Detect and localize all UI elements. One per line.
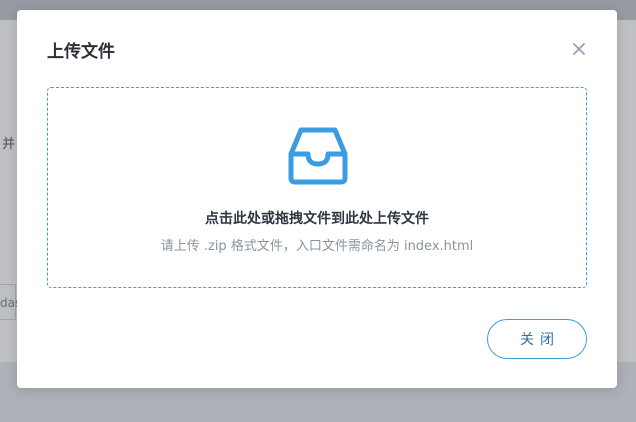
close-button[interactable]: 关闭 [487, 319, 587, 359]
modal-title: 上传文件 [47, 42, 115, 62]
upload-dropzone[interactable]: 点击此处或拖拽文件到此处上传文件 请上传 .zip 格式文件，入口文件需命名为 … [47, 87, 587, 288]
dropzone-main-text: 点击此处或拖拽文件到此处上传文件 [205, 211, 429, 227]
inbox-icon [287, 124, 349, 186]
close-icon[interactable] [570, 40, 588, 58]
upload-modal: 上传文件 点击此处或拖拽文件到此处上传文件 请上传 .zip 格式文件，入口文件… [17, 10, 617, 388]
dropzone-hint-text: 请上传 .zip 格式文件，入口文件需命名为 index.html [160, 239, 474, 254]
